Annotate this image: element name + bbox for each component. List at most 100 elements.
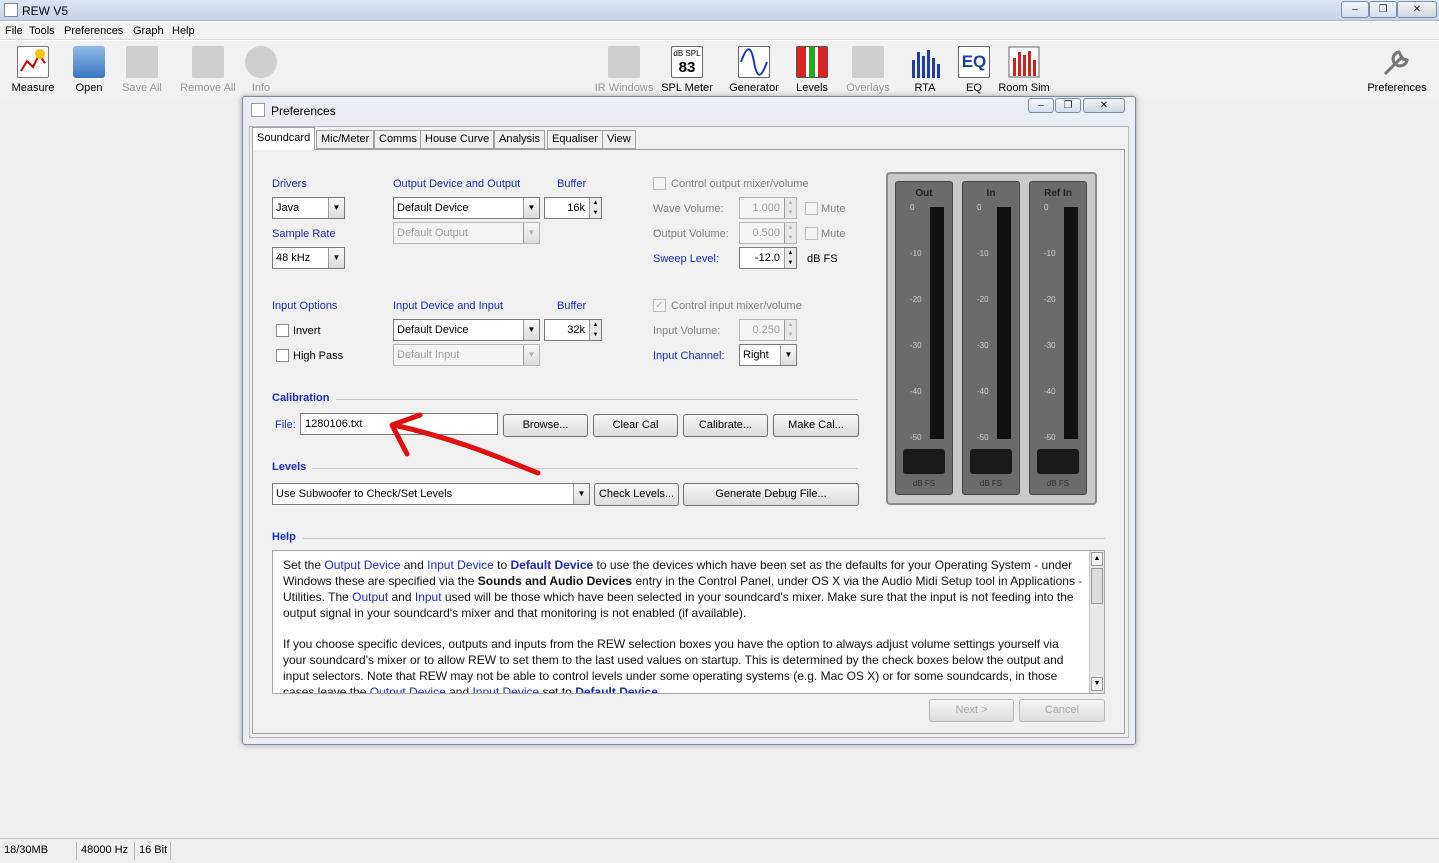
sweep-level-spinner[interactable]: -12.0 ▲ ▼ — [739, 247, 797, 269]
output-mute-label: Mute — [821, 228, 846, 240]
menu-preferences[interactable]: Preferences — [64, 25, 123, 37]
save-all-label: Save All — [122, 82, 162, 94]
make-cal-button[interactable]: Make Cal... — [773, 414, 859, 437]
ir-windows-button[interactable]: IR Windows — [593, 46, 655, 94]
measure-label: Measure — [11, 82, 55, 94]
meter-in — [962, 181, 1020, 495]
levels-button[interactable]: Levels — [793, 46, 831, 94]
meter-unit: dB FS — [1046, 479, 1070, 488]
remove-all-button[interactable]: Remove All — [178, 46, 238, 94]
status-memory: 18/30MB — [0, 842, 77, 860]
meter-bar — [930, 207, 944, 439]
input-device-select[interactable]: Default Device ▼ — [393, 319, 540, 341]
meter-tick-label: -10 — [910, 249, 922, 258]
output-buffer-spinner[interactable]: 16k ▲ ▼ — [544, 197, 602, 219]
spinner-arrows-icon[interactable]: ▲ ▼ — [784, 223, 796, 243]
spl-meter-button[interactable]: dB SPL 83 SPL Meter — [660, 46, 714, 94]
minimize-button[interactable]: – — [1341, 1, 1369, 18]
output-buffer-value: 16k — [567, 202, 585, 214]
chevron-down-icon: ▼ — [523, 320, 539, 340]
output-mute-checkbox[interactable] — [805, 227, 818, 240]
help-paragraph-2: If you choose specific devices, outputs … — [283, 636, 1083, 693]
control-input-mixer-checkbox[interactable]: ✓ — [653, 299, 666, 312]
generator-button[interactable]: Generator — [727, 46, 781, 94]
output-channel-select[interactable]: Default Output ▼ — [393, 222, 540, 244]
meter-tick-label: -10 — [1044, 249, 1056, 258]
menu-tools[interactable]: Tools — [29, 25, 55, 37]
meter-tick-label: -50 — [910, 433, 922, 442]
wave-volume-spinner[interactable]: 1.000 ▲ ▼ — [739, 197, 797, 219]
input-buffer-value: 32k — [567, 324, 585, 336]
meter-title: Out — [915, 188, 933, 199]
tab-analysis[interactable]: Analysis — [494, 130, 545, 149]
meter-tick-label: -50 — [977, 433, 989, 442]
scroll-thumb[interactable] — [1091, 568, 1103, 604]
high-pass-checkbox[interactable] — [276, 349, 289, 362]
levels-mode-select[interactable]: Use Subwoofer to Check/Set Levels ▼ — [272, 483, 590, 505]
invert-checkbox[interactable] — [276, 324, 289, 337]
check-levels-button[interactable]: Check Levels... — [594, 483, 679, 506]
meter-bar — [1064, 207, 1078, 439]
eq-button[interactable]: EQ EQ — [957, 46, 991, 94]
cancel-button[interactable]: Cancel — [1019, 699, 1105, 722]
room-sim-button[interactable]: Room Sim — [998, 46, 1050, 94]
tab-comms[interactable]: Comms — [374, 130, 422, 149]
tab-house-curve[interactable]: House Curve — [420, 130, 495, 149]
output-device-select[interactable]: Default Device ▼ — [393, 197, 540, 219]
input-buffer-spinner[interactable]: 32k ▲ ▼ — [544, 319, 602, 341]
wave-mute-checkbox[interactable] — [805, 202, 818, 215]
meter-tick-label: 0 — [977, 203, 982, 212]
tab-equaliser[interactable]: Equaliser — [547, 130, 603, 149]
input-volume-spinner[interactable]: 0.250 ▲ ▼ — [739, 319, 797, 341]
input-channel-value: Default Input — [397, 349, 460, 361]
overlays-icon — [852, 46, 884, 78]
measure-button[interactable]: Measure — [8, 46, 58, 94]
spl-meter-label: SPL Meter — [661, 82, 713, 94]
help-scrollbar[interactable]: ▲ ▼ — [1089, 551, 1104, 693]
scroll-down-arrow-icon[interactable]: ▼ — [1091, 677, 1103, 691]
menu-graph[interactable]: Graph — [133, 25, 164, 37]
spinner-arrows-icon[interactable]: ▲ ▼ — [784, 320, 796, 340]
menu-file[interactable]: File — [5, 25, 23, 37]
input-channel-select[interactable]: Default Input ▼ — [393, 344, 540, 366]
output-volume-spinner[interactable]: 0.500 ▲ ▼ — [739, 222, 797, 244]
clear-cal-button[interactable]: Clear Cal — [593, 414, 678, 437]
meter-tick-label: 0 — [1044, 203, 1049, 212]
restore-button[interactable]: ❐ — [1369, 1, 1397, 18]
next-button[interactable]: Next > — [929, 699, 1014, 722]
dialog-minimize-button[interactable]: – — [1028, 98, 1054, 113]
sample-rate-select[interactable]: 48 kHz ▼ — [272, 247, 345, 269]
overlays-button[interactable]: Overlays — [844, 46, 892, 94]
info-button[interactable]: Info — [244, 46, 278, 94]
control-input-mixer-label: Control input mixer/volume — [671, 300, 802, 312]
rta-button[interactable]: RTA — [907, 46, 943, 94]
spinner-arrows-icon[interactable]: ▲ ▼ — [589, 320, 601, 340]
meter-tick-label: -40 — [977, 387, 989, 396]
dialog-close-button[interactable]: ✕ — [1083, 98, 1125, 113]
tab-soundcard[interactable]: Soundcard — [252, 127, 316, 150]
input-options-label: Input Options — [272, 300, 338, 312]
generate-debug-file-button[interactable]: Generate Debug File... — [683, 483, 859, 506]
preferences-button[interactable]: Preferences — [1362, 46, 1432, 94]
info-label: Info — [251, 82, 271, 94]
spinner-arrows-icon[interactable]: ▲ ▼ — [784, 248, 796, 268]
help-text-area[interactable]: Set the Output Device and Input Device t… — [272, 550, 1105, 694]
chevron-down-icon: ▼ — [328, 248, 344, 268]
scroll-up-arrow-icon[interactable]: ▲ — [1091, 552, 1103, 566]
input-channel-right-select[interactable]: Right ▼ — [739, 344, 797, 366]
close-window-button[interactable]: ✕ — [1397, 1, 1437, 18]
spinner-arrows-icon[interactable]: ▲ ▼ — [784, 198, 796, 218]
save-all-button[interactable]: Save All — [119, 46, 165, 94]
calibrate-button[interactable]: Calibrate... — [683, 414, 768, 437]
open-button[interactable]: Open — [68, 46, 110, 94]
help-heading: Help — [272, 531, 296, 543]
spinner-arrows-icon[interactable]: ▲ ▼ — [589, 198, 601, 218]
tab-view[interactable]: View — [602, 130, 636, 149]
dialog-restore-button[interactable]: ❐ — [1055, 98, 1081, 113]
drivers-select[interactable]: Java ▼ — [272, 197, 345, 219]
tab-mic-meter[interactable]: Mic/Meter — [316, 130, 375, 149]
menu-help[interactable]: Help — [172, 25, 195, 37]
help-run: and — [388, 590, 415, 604]
sweep-level-unit: dB FS — [807, 253, 838, 265]
control-output-mixer-checkbox[interactable] — [653, 177, 666, 190]
